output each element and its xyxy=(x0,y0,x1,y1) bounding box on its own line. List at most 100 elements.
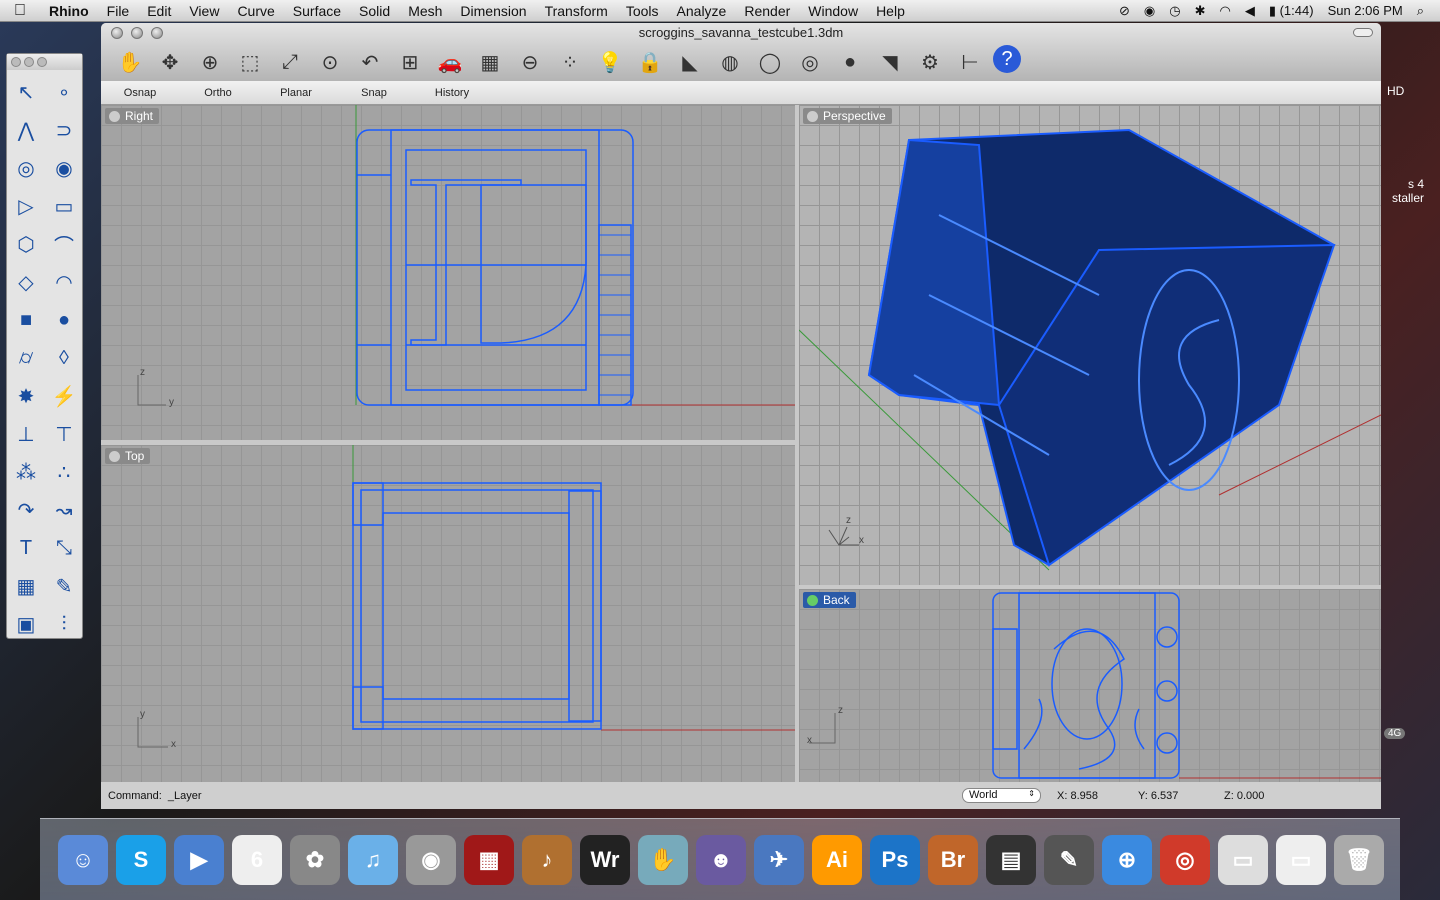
dimension-icon[interactable]: ⊢ xyxy=(953,45,987,79)
layout-icon[interactable]: ▦ xyxy=(7,568,45,604)
dimension-grid-icon[interactable]: ⫶ xyxy=(45,606,83,642)
spotlight-icon[interactable]: ⌕ xyxy=(1417,3,1424,19)
viewport-back[interactable]: Back z x xyxy=(799,589,1381,782)
undo-view-icon[interactable]: ↶ xyxy=(353,45,387,79)
text-icon[interactable]: T xyxy=(7,530,45,566)
menu-mesh[interactable]: Mesh xyxy=(399,3,451,19)
dock-finder[interactable]: ☺ xyxy=(58,834,108,885)
menu-window[interactable]: Window xyxy=(799,3,867,19)
bluetooth-icon[interactable]: ✱ xyxy=(1195,3,1206,19)
select-icon[interactable]: ↖ xyxy=(7,74,45,110)
settings-gear-icon[interactable]: ⚙ xyxy=(913,45,947,79)
sync-icon[interactable]: ◉ xyxy=(1144,3,1155,19)
dock-wordrake[interactable]: Wr xyxy=(580,834,630,885)
solid-box-icon[interactable]: ▣ xyxy=(7,606,45,642)
viewport-label-perspective[interactable]: Perspective xyxy=(803,108,892,124)
split-icon[interactable]: ⊥ xyxy=(7,416,45,452)
snap-toggle[interactable]: Snap xyxy=(335,87,413,99)
dock-trash[interactable]: 🗑 xyxy=(1334,834,1384,885)
spotlight-icon[interactable]: ◥ xyxy=(873,45,907,79)
array-icon[interactable]: ∴ xyxy=(45,454,83,490)
wifi-icon[interactable]: ◠ xyxy=(1219,3,1230,19)
dock-bridge[interactable]: Br xyxy=(928,834,978,885)
dock-iphoto[interactable]: ✿ xyxy=(290,834,340,885)
dock-ichat[interactable]: ▶ xyxy=(174,834,224,885)
color-wheel-icon[interactable]: ◍ xyxy=(713,45,747,79)
clock[interactable]: Sun 2:06 PM xyxy=(1328,3,1403,18)
zoom-window-icon[interactable]: ⬚ xyxy=(233,45,267,79)
rotate-view-icon[interactable]: ✥ xyxy=(153,45,187,79)
dock-skype[interactable]: S xyxy=(116,834,166,885)
zoom-dynamic-icon[interactable]: ⊕ xyxy=(193,45,227,79)
point-icon[interactable]: ∘ xyxy=(45,74,83,110)
dock-ical[interactable]: 6 xyxy=(232,834,282,885)
dock-dragon[interactable]: ✈ xyxy=(754,834,804,885)
scale-icon[interactable]: ⤡ xyxy=(45,530,83,566)
menu-app[interactable]: Rhino xyxy=(40,3,98,19)
command-input[interactable]: _Layer xyxy=(168,790,202,802)
curve-icon[interactable]: ⊃ xyxy=(45,112,83,148)
polyline-icon[interactable]: ⋀ xyxy=(7,112,45,148)
dock-itunes[interactable]: ♫ xyxy=(348,834,398,885)
zoom-extents-icon[interactable]: ⤢ xyxy=(273,45,307,79)
palette-minimize-button[interactable] xyxy=(24,57,34,67)
palette-zoom-button[interactable] xyxy=(37,57,47,67)
menu-view[interactable]: View xyxy=(180,3,228,19)
viewport-label-right[interactable]: Right xyxy=(105,108,160,124)
dock-final-cut[interactable]: ▤ xyxy=(986,834,1036,885)
viewport-right[interactable]: Right z y xyxy=(101,105,795,440)
dock-document2[interactable]: ▭ xyxy=(1276,834,1326,885)
viewport-top[interactable]: Top y x xyxy=(101,445,795,782)
apple-icon[interactable]:  xyxy=(0,2,40,20)
menu-edit[interactable]: Edit xyxy=(138,3,180,19)
menu-dimension[interactable]: Dimension xyxy=(451,3,535,19)
ortho-toggle[interactable]: Ortho xyxy=(179,87,257,99)
menu-file[interactable]: File xyxy=(98,3,139,19)
menu-solid[interactable]: Solid xyxy=(350,3,399,19)
points-icon[interactable]: ⁘ xyxy=(553,45,587,79)
arc-icon[interactable]: ▷ xyxy=(7,188,45,224)
dock-garageband[interactable]: ♪ xyxy=(522,834,572,885)
edit-icon[interactable]: ✎ xyxy=(45,568,83,604)
wireframe-sphere-icon[interactable]: ◯ xyxy=(753,45,787,79)
box-icon[interactable]: ■ xyxy=(7,302,45,338)
extend-icon[interactable]: ⊤ xyxy=(45,416,83,452)
dock-dvd-player[interactable]: ◉ xyxy=(406,834,456,885)
light-icon[interactable]: 💡 xyxy=(593,45,627,79)
dock-hand-app[interactable]: ✋ xyxy=(638,834,688,885)
dock-safari[interactable]: ⊕ xyxy=(1102,834,1152,885)
dock-photoshop[interactable]: Ps xyxy=(870,834,920,885)
pan-icon[interactable]: ✋ xyxy=(113,45,147,79)
help-icon[interactable]: ? xyxy=(993,45,1021,73)
explode-icon[interactable]: ✸ xyxy=(7,378,45,414)
palette-close-button[interactable] xyxy=(11,57,21,67)
zoom-selected-icon[interactable]: ⊙ xyxy=(313,45,347,79)
trim-icon[interactable]: ⚡ xyxy=(45,378,83,414)
no-entry-icon[interactable]: ⊘ xyxy=(1119,3,1130,19)
installer-label[interactable]: s 4 staller xyxy=(1382,177,1424,205)
group-icon[interactable]: ⁂ xyxy=(7,454,45,490)
menu-help[interactable]: Help xyxy=(867,3,914,19)
fillet-curve-icon[interactable]: ⌒ xyxy=(45,226,83,262)
dock-document[interactable]: ▭ xyxy=(1218,834,1268,885)
battery-icon[interactable]: ▮ (1:44) xyxy=(1269,3,1314,19)
dock-pen-app[interactable]: ✎ xyxy=(1044,834,1094,885)
surface-icon[interactable]: ◇ xyxy=(7,264,45,300)
rendered-sphere-icon[interactable]: ● xyxy=(833,45,867,79)
dock-chrome[interactable]: ◎ xyxy=(1160,834,1210,885)
loft-icon[interactable]: ◠ xyxy=(45,264,83,300)
polygon-icon[interactable]: ⬡ xyxy=(7,226,45,262)
menu-curve[interactable]: Curve xyxy=(228,3,283,19)
offset-icon[interactable]: ↷ xyxy=(7,492,45,528)
rectangle-icon[interactable]: ▭ xyxy=(45,188,83,224)
viewport-label-back[interactable]: Back xyxy=(803,592,856,608)
circle-icon[interactable]: ◎ xyxy=(7,150,45,186)
menu-surface[interactable]: Surface xyxy=(284,3,350,19)
plane-icon[interactable]: ◊ xyxy=(45,340,83,376)
cplane-select[interactable]: World ⇕ xyxy=(962,788,1041,803)
toolbar-toggle-button[interactable] xyxy=(1353,28,1373,37)
history-toggle[interactable]: History xyxy=(413,87,491,99)
cylinder-icon[interactable]: ⌭ xyxy=(7,340,45,376)
render-icon[interactable]: ◣ xyxy=(673,45,707,79)
osnap-toggle[interactable]: Osnap xyxy=(101,87,179,99)
